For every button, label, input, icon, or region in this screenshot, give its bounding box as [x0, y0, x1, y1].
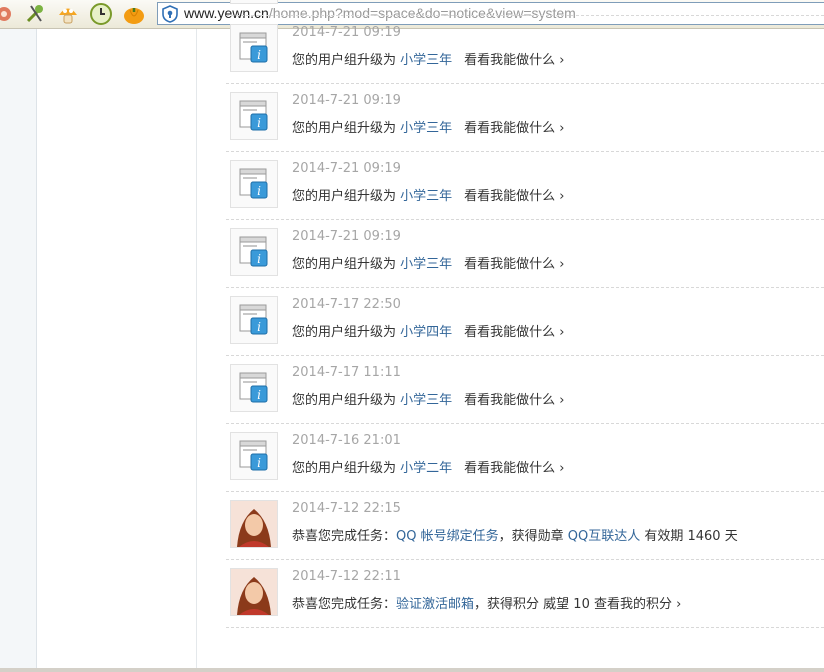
notice-prefix: 您的用户组升级为	[292, 121, 397, 136]
pumpkin-icon[interactable]	[122, 2, 146, 26]
what-can-i-do-link[interactable]: 看看我能做什么 ›	[464, 325, 564, 340]
reward-link[interactable]: QQ互联达人	[568, 529, 640, 544]
left-rail	[0, 29, 37, 672]
notice-time: 2014-7-21 09:19	[292, 25, 401, 40]
notice-prefix: 您的用户组升级为	[292, 393, 397, 408]
task-notice-item: 2014-7-12 22:15 恭喜您完成任务：QQ 帐号绑定任务，获得勋章 QQ…	[226, 492, 824, 560]
usergroup-link[interactable]: 小学三年	[400, 257, 452, 272]
task-prefix: 恭喜您完成任务：	[292, 597, 397, 612]
system-notice-icon: i	[230, 160, 278, 208]
notice-text: 您的用户组升级为 小学四年 看看我能做什么 ›	[292, 321, 565, 340]
notice-time: 2014-7-17 22:50	[292, 297, 401, 312]
info-window-icon: i	[231, 0, 277, 3]
mushroom-icon[interactable]	[56, 2, 80, 26]
notice-prefix: 您的用户组升级为	[292, 325, 397, 340]
svg-text:i: i	[257, 48, 261, 62]
svg-text:i: i	[257, 320, 261, 334]
tools-icon[interactable]	[23, 2, 47, 26]
notice-prefix: 您的用户组升级为	[292, 461, 397, 476]
notice-prefix: 您的用户组升级为	[292, 257, 397, 272]
system-notice-icon: i	[230, 24, 278, 72]
clock-icon[interactable]	[89, 2, 113, 26]
notice-text: 恭喜您完成任务：验证激活邮箱，获得积分 威望 10 查看我的积分 ›	[292, 593, 681, 612]
info-window-icon: i	[239, 32, 268, 63]
user-avatar[interactable]	[230, 500, 278, 548]
info-window-icon: i	[239, 168, 268, 199]
system-notice-icon: i	[230, 432, 278, 480]
info-window-icon: i	[239, 100, 268, 131]
notice-prefix: 您的用户组升级为	[292, 53, 397, 68]
notice-item: i 2014-7-21 09:19 您的用户组升级为 小学三年 看看我能做什么 ›	[226, 16, 824, 84]
notice-item: i 2014-7-17 22:50 您的用户组升级为 小学四年 看看我能做什么 ›	[226, 288, 824, 356]
task-link[interactable]: QQ 帐号绑定任务	[396, 529, 499, 544]
avatar-image	[231, 501, 277, 547]
svg-text:i: i	[257, 388, 261, 402]
avatar-image	[231, 569, 277, 615]
user-avatar[interactable]	[230, 568, 278, 616]
svg-text:i: i	[257, 116, 261, 130]
notice-item: i 2014-7-21 09:19 您的用户组升级为 小学三年 看看我能做什么 ›	[226, 84, 824, 152]
what-can-i-do-link[interactable]: 看看我能做什么 ›	[464, 189, 564, 204]
notice-item: i 您的用户组升级为 小学三年看看我能做什么 ›	[226, 0, 824, 16]
status-bar	[0, 668, 824, 672]
usergroup-link[interactable]: 小学三年	[400, 189, 452, 204]
notice-text: 您的用户组升级为 小学三年 看看我能做什么 ›	[292, 117, 565, 136]
task-prefix: 恭喜您完成任务：	[292, 529, 397, 544]
notice-item: i 2014-7-21 09:19 您的用户组升级为 小学三年 看看我能做什么 ›	[226, 220, 824, 288]
notice-time: 2014-7-12 22:11	[292, 569, 401, 584]
usergroup-link[interactable]: 小学二年	[400, 461, 452, 476]
task-link[interactable]: 验证激活邮箱	[396, 597, 474, 612]
usergroup-link[interactable]: 小学三年	[400, 53, 452, 68]
usergroup-link[interactable]: 小学四年	[400, 325, 452, 340]
notice-text: 您的用户组升级为 小学三年 看看我能做什么 ›	[292, 389, 565, 408]
task-suffix: 有效期 1460 天	[640, 529, 738, 544]
notice-text: 您的用户组升级为 小学三年 看看我能做什么 ›	[292, 185, 565, 204]
notice-time: 2014-7-21 09:19	[292, 161, 401, 176]
system-notice-icon: i	[230, 92, 278, 140]
notice-time: 2014-7-17 11:11	[292, 365, 401, 380]
gear-icon[interactable]	[0, 2, 16, 26]
what-can-i-do-link[interactable]: 看看我能做什么 ›	[464, 393, 564, 408]
what-can-i-do-link[interactable]: 看看我能做什么 ›	[464, 257, 564, 272]
usergroup-link[interactable]: 小学三年	[400, 121, 452, 136]
info-window-icon: i	[239, 372, 268, 403]
svg-text:i: i	[257, 456, 261, 470]
notice-text: 您的用户组升级为 小学三年 看看我能做什么 ›	[292, 49, 565, 68]
task-reward-text: ，获得积分 威望 10	[474, 597, 590, 612]
notice-time: 2014-7-21 09:19	[292, 229, 401, 244]
notice-prefix: 您的用户组升级为	[292, 189, 397, 204]
notice-time: 2014-7-12 22:15	[292, 501, 401, 516]
notice-time: 2014-7-21 09:19	[292, 93, 401, 108]
task-suffix[interactable]: 查看我的积分 ›	[590, 597, 681, 612]
system-notice-icon: i	[230, 296, 278, 344]
info-window-icon: i	[239, 236, 268, 267]
notice-text: 您的用户组升级为 小学二年 看看我能做什么 ›	[292, 457, 565, 476]
system-notice-icon: i	[230, 228, 278, 276]
notice-time: 2014-7-16 21:01	[292, 433, 401, 448]
svg-text:i: i	[257, 252, 261, 266]
task-notice-item: 2014-7-12 22:11 恭喜您完成任务：验证激活邮箱，获得积分 威望 10…	[226, 560, 824, 628]
notice-item: i 2014-7-21 09:19 您的用户组升级为 小学三年 看看我能做什么 ›	[226, 152, 824, 220]
svg-text:i: i	[257, 184, 261, 198]
notice-item: i 2014-7-16 21:01 您的用户组升级为 小学二年 看看我能做什么 ›	[226, 424, 824, 492]
system-notice-icon: i	[230, 364, 278, 412]
task-reward-text: ，获得勋章	[498, 529, 568, 544]
what-can-i-do-link[interactable]: 看看我能做什么 ›	[464, 121, 564, 136]
shield-icon	[162, 5, 178, 23]
what-can-i-do-link[interactable]: 看看我能做什么 ›	[464, 53, 564, 68]
usergroup-link[interactable]: 小学三年	[400, 393, 452, 408]
system-notice-icon: i	[230, 0, 278, 4]
info-window-icon: i	[239, 304, 268, 335]
notice-text: 恭喜您完成任务：QQ 帐号绑定任务，获得勋章 QQ互联达人 有效期 1460 天	[292, 525, 738, 544]
notice-item: i 2014-7-17 11:11 您的用户组升级为 小学三年 看看我能做什么 ›	[226, 356, 824, 424]
notice-text: 您的用户组升级为 小学三年 看看我能做什么 ›	[292, 253, 565, 272]
info-window-icon: i	[239, 440, 268, 471]
sidebar-panel	[37, 29, 197, 672]
what-can-i-do-link[interactable]: 看看我能做什么 ›	[464, 461, 564, 476]
